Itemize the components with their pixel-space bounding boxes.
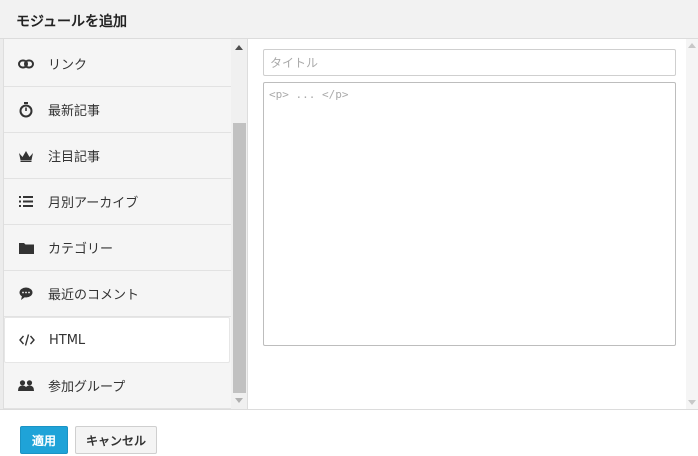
html-content-textarea[interactable] — [263, 82, 676, 346]
sidebar-item-label: HTML — [49, 332, 86, 348]
sidebar-item-label: カテゴリー — [48, 242, 114, 257]
sidebar-item-label: リンク — [48, 58, 88, 73]
apply-button[interactable]: 適用 — [20, 426, 68, 454]
module-sidebar: リンク 最新記事 注目記事 月別アーカイブ カテゴリー 最近のコメント HTML… — [0, 39, 248, 409]
sidebar-item-label: 参加グループ — [48, 380, 126, 395]
scroll-up-arrow-icon[interactable] — [688, 43, 696, 48]
sidebar-item-label: 注目記事 — [48, 150, 101, 165]
dialog-title: モジュールを追加 — [16, 14, 128, 30]
scroll-up-arrow-icon[interactable] — [235, 45, 243, 50]
sidebar-item-featured-posts[interactable]: 注目記事 — [4, 133, 231, 179]
scroll-down-arrow-icon[interactable] — [688, 400, 696, 405]
crown-icon — [12, 133, 40, 179]
sidebar-item-recent-comments[interactable]: 最近のコメント — [4, 271, 231, 317]
sidebar-item-link[interactable]: リンク — [4, 41, 231, 87]
sidebar-item-monthly-archive[interactable]: 月別アーカイブ — [4, 179, 231, 225]
cancel-button[interactable]: キャンセル — [75, 426, 157, 454]
comment-icon — [12, 271, 40, 317]
sidebar-item-label: 最新記事 — [48, 104, 101, 119]
sidebar-item-label: 月別アーカイブ — [48, 196, 139, 211]
scroll-down-arrow-icon[interactable] — [235, 398, 243, 403]
module-list: リンク 最新記事 注目記事 月別アーカイブ カテゴリー 最近のコメント HTML… — [4, 41, 231, 409]
list-icon — [12, 179, 40, 225]
title-input[interactable] — [263, 49, 676, 76]
sidebar-item-categories[interactable]: カテゴリー — [4, 225, 231, 271]
sidebar-item-groups[interactable]: 参加グループ — [4, 363, 231, 409]
sidebar-item-html[interactable]: HTML — [4, 317, 230, 363]
stopwatch-icon — [12, 87, 40, 133]
sidebar-item-label: 最近のコメント — [48, 288, 140, 303]
sidebar-item-recent-posts[interactable]: 最新記事 — [4, 87, 231, 133]
sidebar-scrollbar[interactable] — [231, 39, 247, 409]
folder-icon — [12, 225, 40, 271]
dialog-footer: 適用 キャンセル — [0, 409, 698, 456]
users-icon — [12, 363, 40, 409]
code-icon — [13, 317, 41, 363]
dialog-header: モジュールを追加 — [0, 0, 698, 39]
editor-scrollbar[interactable] — [686, 39, 698, 409]
scrollbar-thumb[interactable] — [233, 123, 246, 393]
module-editor — [249, 39, 698, 409]
link-icon — [12, 41, 40, 87]
